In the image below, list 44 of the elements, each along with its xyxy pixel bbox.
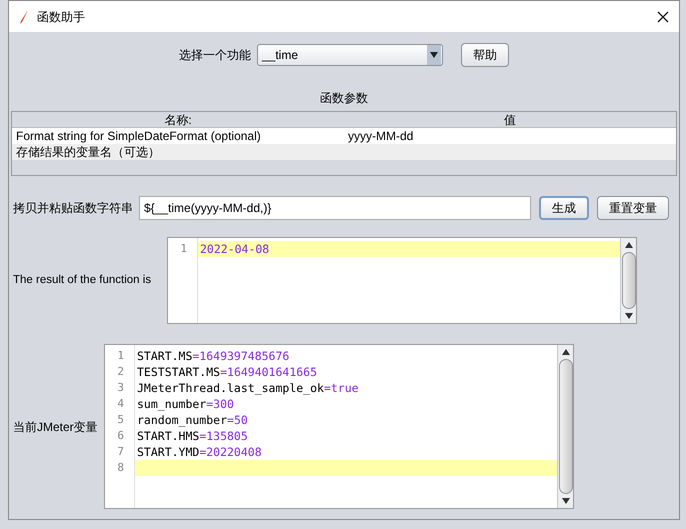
code-text: 2022-04-08 bbox=[200, 241, 270, 257]
variable-name: START.YMD bbox=[137, 444, 200, 460]
variable-value: =1649397485676 bbox=[192, 348, 290, 364]
scroll-bar[interactable] bbox=[620, 238, 636, 323]
column-header: 值 bbox=[503, 112, 517, 127]
variable-value: =300 bbox=[206, 396, 234, 412]
variable-name: START.MS bbox=[137, 348, 192, 364]
line-number: 1 bbox=[179, 241, 188, 257]
help-button[interactable]: 帮助 bbox=[461, 43, 509, 67]
variable-value: =true bbox=[324, 380, 359, 396]
table-cell-text: 存储结果的变量名（可选） bbox=[15, 144, 161, 160]
variable-value: =135805 bbox=[199, 428, 248, 444]
feather-icon bbox=[19, 8, 29, 24]
function-dropdown[interactable]: __time bbox=[257, 44, 443, 66]
section-title: 函数参数 bbox=[320, 90, 368, 107]
generate-button[interactable]: 生成 bbox=[539, 196, 589, 220]
line-number: 5 bbox=[116, 412, 125, 428]
copy-label: 拷贝并粘贴函数字符串 bbox=[13, 200, 133, 217]
variable-name: JMeterThread.last_sample_ok bbox=[137, 380, 324, 396]
variables-label: 当前JMeter变量 bbox=[13, 418, 99, 436]
variable-value: =20220408 bbox=[199, 444, 262, 460]
line-number: 4 bbox=[116, 396, 125, 412]
variable-name: random_number bbox=[137, 412, 228, 428]
variable-name: sum_number bbox=[137, 396, 206, 412]
reset-button[interactable]: 重置变量 bbox=[597, 196, 669, 220]
line-number: 6 bbox=[116, 428, 125, 444]
variable-name: TESTSTART.MS bbox=[137, 364, 220, 380]
line-number: 3 bbox=[116, 380, 125, 396]
line-number: 1 bbox=[116, 348, 125, 364]
line-number: 8 bbox=[116, 460, 125, 476]
line-number: 2 bbox=[116, 364, 125, 380]
variable-name: START.HMS bbox=[137, 428, 200, 444]
function-string-field[interactable]: ${__time(yyyy-MM-dd,)} bbox=[139, 196, 531, 220]
variable-value: =50 bbox=[227, 412, 248, 428]
line-number: 7 bbox=[116, 444, 125, 460]
column-header: 名称: bbox=[163, 112, 193, 127]
close-icon[interactable] bbox=[657, 10, 669, 22]
result-label: The result of the function is bbox=[13, 272, 152, 288]
scroll-bar[interactable] bbox=[557, 345, 573, 508]
function-label: 选择一个功能 bbox=[179, 47, 251, 64]
table-cell-text: yyyy-MM-dd bbox=[347, 128, 414, 144]
window-title: 函数助手 bbox=[37, 8, 85, 26]
table-cell-text: Format string for SimpleDateFormat (optional) bbox=[15, 128, 262, 144]
variable-value: =1649401641665 bbox=[220, 364, 318, 380]
